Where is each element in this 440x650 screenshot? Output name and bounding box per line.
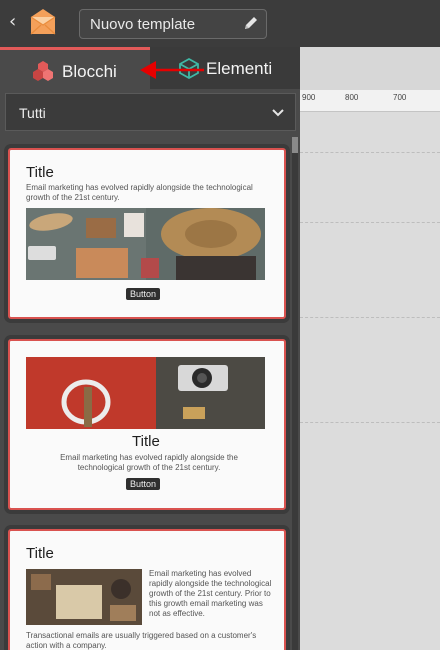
block-card-button: Button [126, 478, 161, 490]
panel-scrollbar-thumb[interactable] [292, 137, 298, 153]
envelope-logo-icon[interactable] [26, 7, 60, 39]
editor-canvas[interactable] [300, 112, 440, 650]
block-card-1[interactable]: Title Email marketing has evolved rapidl… [8, 148, 286, 319]
block-card-bottom-text: Transactional emails are usually trigger… [26, 631, 257, 650]
horizontal-ruler: 900 800 700 [300, 90, 440, 112]
category-filter-value: Tutti [19, 105, 46, 121]
panel-scrollbar[interactable] [292, 137, 298, 650]
template-name-input[interactable]: Nuovo template [79, 9, 267, 39]
canvas-guide-line [300, 422, 440, 423]
canvas-guide-line [300, 222, 440, 223]
pencil-icon[interactable] [243, 15, 259, 31]
tab-elementi-label: Elementi [206, 59, 273, 78]
block-card-button: Button [126, 288, 161, 300]
blocks-icon [33, 61, 53, 81]
block-card-text: Email marketing has evolved rapidly alon… [60, 453, 238, 472]
block-card-3[interactable]: Title Email marketing has evolved rapidl… [8, 529, 286, 650]
block-card-2[interactable]: Title Email marketing has evolved rapidl… [8, 339, 286, 510]
top-bar: ‹ Nuovo template [0, 0, 440, 47]
flatlay-photo-image [26, 208, 265, 280]
chevron-left-icon[interactable]: ‹ [9, 13, 16, 31]
ruler-tick-label: 700 [393, 93, 407, 102]
category-filter-select[interactable]: Tutti [5, 93, 296, 131]
block-card-side-text: Email marketing has evolved rapidly alon… [149, 569, 272, 618]
red-arrow-annotation [140, 61, 204, 79]
canvas-guide-line [300, 152, 440, 153]
template-name-value: Nuovo template [90, 16, 196, 33]
ruler-tick-label: 800 [345, 93, 359, 102]
desk-photo-image [26, 569, 142, 625]
tab-blocchi-label: Blocchi [62, 62, 117, 81]
block-card-title: Title [26, 164, 54, 181]
chevron-down-icon [272, 109, 284, 117]
canvas-guide-line [300, 317, 440, 318]
camera-backpack-photo-image [26, 357, 265, 429]
block-card-title: Title [26, 545, 54, 562]
block-card-title: Title [132, 433, 160, 450]
blocks-panel: Blocchi Elementi Tutti Title Email marke… [0, 47, 300, 650]
ruler-tick-label: 900 [302, 93, 316, 102]
tab-blocchi[interactable]: Blocchi [0, 47, 150, 89]
block-card-text: Email marketing has evolved rapidly alon… [26, 183, 253, 202]
